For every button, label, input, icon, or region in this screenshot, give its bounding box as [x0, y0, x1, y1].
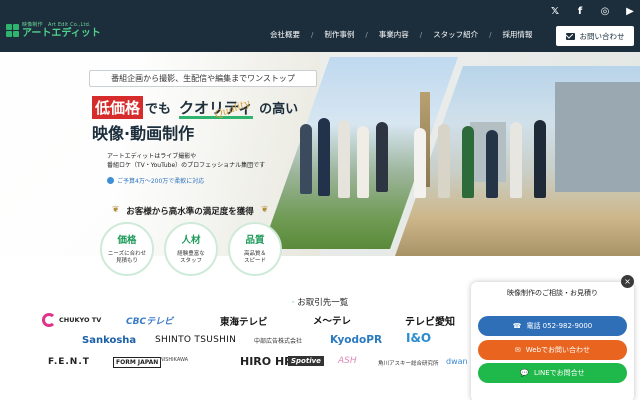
nav-item-works[interactable]: 制作事例 — [324, 29, 354, 40]
client-logo-i-and-o: I&O — [406, 331, 432, 345]
social-links: 𝕏 f ◎ ▶ — [549, 6, 636, 18]
person-image — [510, 122, 522, 198]
client-logo-cbc: CBCテレビ — [126, 317, 174, 327]
hero-description: アートエディットはライブ撮影や 番組ロケ（TV・YouTube）のプロフェッショ… — [107, 152, 287, 170]
x-icon[interactable]: 𝕏 — [549, 6, 561, 18]
laurel-right-icon: ❦ — [261, 205, 269, 215]
page: 映像制作 Art Edit Co.,Ltd. アートエディット 𝕏 f ◎ ▶ … — [0, 0, 640, 400]
site-header: 映像制作 Art Edit Co.,Ltd. アートエディット 𝕏 f ◎ ▶ … — [0, 0, 640, 52]
phone-button-label: 電話 052-982-9000 — [526, 322, 593, 330]
mail-icon: ✉ — [514, 346, 521, 354]
line-chat-icon: 💬 — [520, 369, 530, 377]
budget-text: ご予算4万〜200万で柔軟に対応 — [117, 178, 205, 185]
hero-headline: 低価格 でも クオリティ の高い — [92, 96, 298, 119]
feature-badge-quality: 品質 高品質＆ スピード — [228, 222, 282, 276]
clients-heading-text: お取引先一覧 — [297, 298, 349, 308]
client-logo-chukyo-tv: CHUKYO TV — [42, 311, 101, 329]
client-logo-fent: F.E.N.T — [48, 357, 90, 367]
contact-button[interactable]: お問い合わせ — [556, 26, 634, 46]
client-logo-nishikawa: NISHIKAWA — [160, 357, 189, 363]
hero-headline-2: 映像·動画制作 — [92, 124, 195, 143]
building-image — [555, 82, 640, 192]
person-image — [300, 124, 312, 194]
line-contact-button[interactable]: 💬 LINEでお問合せ — [478, 363, 627, 383]
badge-desc: 高品質＆ スピード — [243, 251, 266, 264]
instagram-icon[interactable]: ◎ — [599, 6, 611, 18]
headline-high: の高い — [259, 102, 299, 117]
nav-separator: / — [489, 30, 492, 39]
client-logo-tv-aichi: テレビ愛知 — [405, 317, 455, 328]
clients-heading-dot: · — [291, 298, 295, 308]
hero-section: 番組企画から撮影、生配信や編集までワンストップ 低価格 でも クオリティ の高い… — [0, 52, 640, 256]
client-logo-shinto-tsushin: SHINTO TSUSHIN — [155, 335, 237, 345]
feature-badge-price: 価格 ニーズに合わせ 見積もり — [100, 222, 154, 276]
youtube-icon[interactable]: ▶ — [624, 6, 636, 18]
person-image — [318, 118, 330, 196]
person-image — [376, 122, 388, 192]
nav-separator: / — [311, 30, 314, 39]
info-icon — [107, 177, 114, 184]
widget-title: 映像制作のご相談・お見積り — [507, 289, 598, 297]
badge-desc: ニーズに合わせ 見積もり — [107, 251, 147, 264]
web-contact-button[interactable]: ✉ Webでお問い合わせ — [478, 340, 627, 360]
phone-icon: ☎ — [512, 322, 522, 330]
logo-title: アートエディット — [22, 28, 101, 39]
nav-separator: / — [419, 30, 423, 39]
person-image — [338, 120, 350, 198]
headline-low-price: 低価格 — [92, 96, 144, 119]
web-contact-button-label: Webでお問い合わせ — [525, 346, 591, 354]
client-logo-nagoya-tv: メ〜テレ — [313, 316, 352, 327]
line-contact-button-label: LINEでお問合せ — [534, 369, 585, 377]
client-logo-kadokawa-ascii: 角川アスキー総合研究所 — [378, 361, 439, 367]
person-image — [486, 130, 498, 198]
person-image — [438, 124, 450, 198]
site-logo[interactable]: 映像制作 Art Edit Co.,Ltd. アートエディット — [6, 22, 101, 39]
person-image — [534, 120, 546, 198]
client-logo-ash: ASH — [338, 356, 357, 366]
contact-button-label: お問い合わせ — [579, 31, 625, 41]
facebook-icon[interactable]: f — [574, 6, 586, 18]
nav-separator: / — [365, 30, 368, 39]
hero-tagline: 番組企画から撮影、生配信や編集までワンストップ — [89, 70, 317, 87]
nav-item-recruit[interactable]: 採用情報 — [502, 29, 532, 40]
person-image — [462, 126, 474, 198]
client-logo-tokai-tv: 東海テレビ — [220, 317, 268, 328]
hero-description-line: 番組ロケ（TV・YouTube）のプロフェッショナル集団です — [107, 162, 266, 169]
feature-badge-staff: 人材 経験豊富な スタッフ — [164, 222, 218, 276]
client-logo-kyodo-pr: KyodoPR — [330, 334, 383, 346]
logo-mark-icon — [6, 24, 19, 37]
widget-close-button[interactable]: × — [621, 275, 634, 288]
chukyo-c-icon — [42, 313, 56, 327]
client-logo-hiro-hp: HIRO HP — [240, 355, 293, 368]
person-image — [414, 128, 426, 198]
person-image — [357, 126, 369, 198]
client-logo-form-japan: FORM JAPAN — [113, 357, 162, 368]
headline-demo: でも — [145, 102, 172, 117]
client-logo-sankosha: Sankosha — [82, 335, 137, 346]
hero-description-line: アートエディットはライブ撮影や — [107, 153, 197, 160]
badge-title: 品質 — [245, 235, 265, 246]
nav-item-services[interactable]: 事業内容 — [379, 29, 409, 40]
budget-note: ご予算4万〜200万で柔軟に対応 — [107, 176, 204, 185]
badge-desc: 経験豊富な スタッフ — [177, 251, 205, 264]
main-nav: 会社概要 / 制作事例 / 事業内容 / スタッフ紹介 / 採用情報 — [270, 29, 532, 40]
mail-icon — [565, 32, 575, 40]
consultation-widget: 映像制作のご相談・お見積り ☎ 電話 052-982-9000 ✉ Webでお問… — [471, 282, 634, 400]
nav-item-company[interactable]: 会社概要 — [270, 29, 300, 40]
client-logo-spotive: Spotive — [288, 356, 324, 366]
nav-item-staff[interactable]: スタッフ紹介 — [433, 29, 478, 40]
badge-title: 価格 — [117, 235, 137, 246]
badge-title: 人材 — [181, 235, 201, 246]
satisfaction-heading: お客様から高水準の満足度を獲得 — [126, 207, 254, 217]
client-logo-chubu-koukoku: 中部広告株式会社 — [254, 338, 303, 345]
phone-button[interactable]: ☎ 電話 052-982-9000 — [478, 316, 627, 336]
client-logo-dwan: dwan — [446, 357, 468, 366]
